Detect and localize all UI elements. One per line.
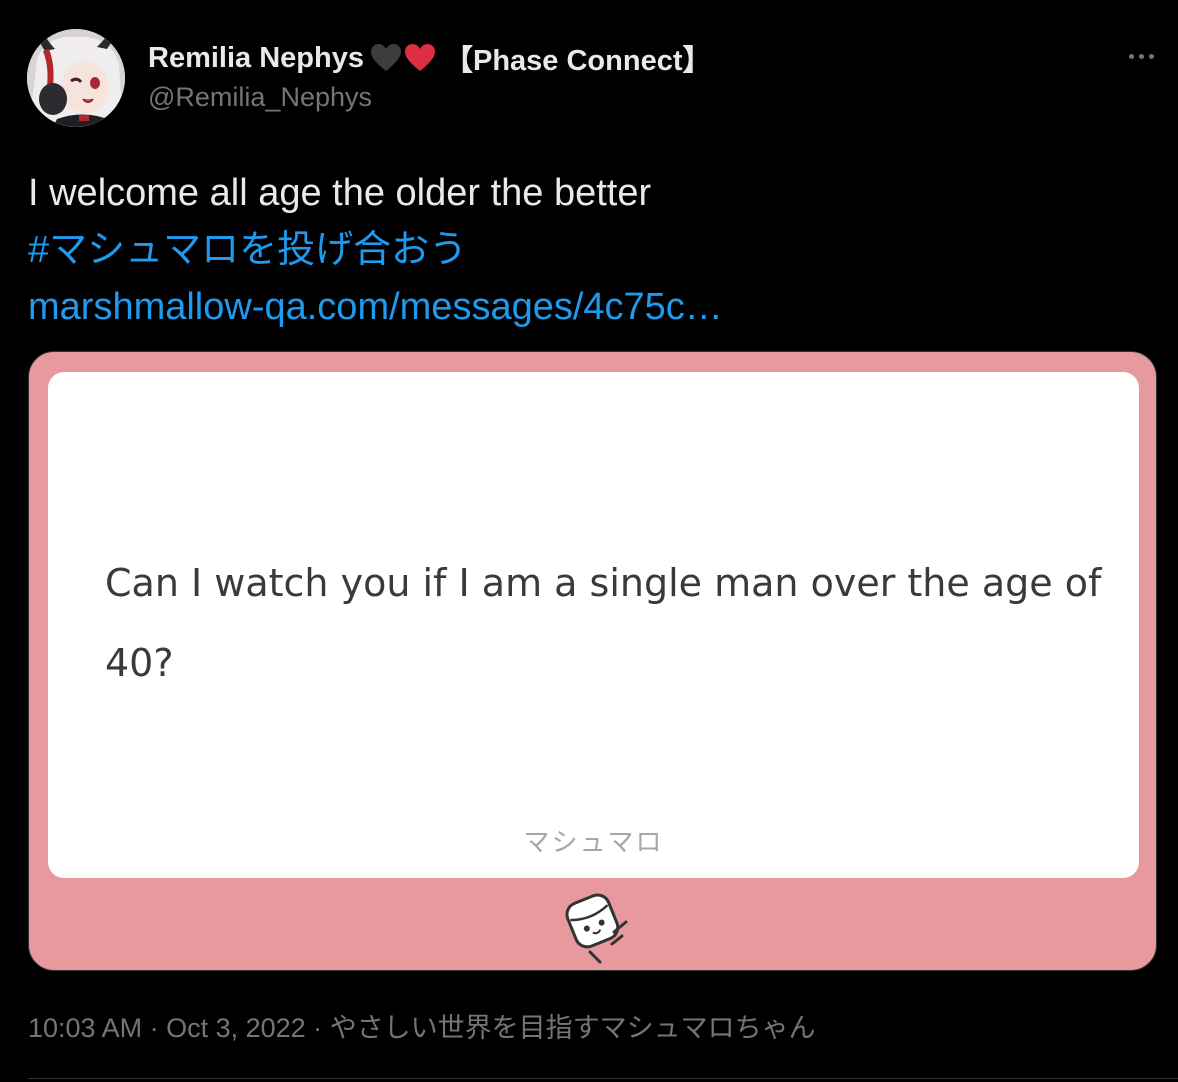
affiliation-tag: 【Phase Connect】 bbox=[443, 45, 712, 77]
display-name[interactable]: Remilia Nephys 【Phase Connect】 bbox=[148, 40, 712, 78]
more-dot-icon bbox=[1148, 53, 1154, 59]
more-options-button[interactable] bbox=[1122, 44, 1160, 68]
tweet-time[interactable]: 10:03 AM bbox=[28, 1013, 142, 1043]
tweet-text: I welcome all age the older the better bbox=[28, 172, 652, 214]
tweet-date[interactable]: Oct 3, 2022 bbox=[166, 1013, 306, 1043]
question-panel: Can I watch you if I am a single man ove… bbox=[48, 372, 1139, 878]
meta-separator: · bbox=[305, 1013, 330, 1043]
tweet-source[interactable]: やさしい世界を目指すマシュマロちゃん bbox=[330, 1013, 816, 1043]
black-heart-icon bbox=[370, 43, 402, 73]
handle[interactable]: @Remilia_Nephys bbox=[148, 82, 372, 113]
avatar-image bbox=[27, 29, 125, 127]
question-text: Can I watch you if I am a single man ove… bbox=[105, 561, 1102, 685]
avatar[interactable] bbox=[27, 29, 125, 127]
divider bbox=[28, 1078, 1178, 1079]
tweet-body: I welcome all age the older the better #… bbox=[28, 165, 723, 336]
display-name-text: Remilia Nephys bbox=[148, 41, 364, 74]
marshmallow-mascot-icon bbox=[550, 886, 640, 966]
meta-separator: · bbox=[142, 1013, 167, 1043]
attached-image-card[interactable]: Can I watch you if I am a single man ove… bbox=[28, 351, 1157, 971]
tweet-meta: 10:03 AM · Oct 3, 2022 · やさしい世界を目指すマシュマロ… bbox=[28, 1006, 816, 1045]
more-dot-icon bbox=[1128, 53, 1134, 59]
hashtag-link[interactable]: #マシュマロを投げ合おう bbox=[28, 222, 723, 279]
red-heart-icon bbox=[404, 43, 436, 73]
brand-label: マシュマロ bbox=[523, 827, 664, 857]
url-link[interactable]: marshmallow-qa.com/messages/4c75c… bbox=[28, 279, 723, 336]
more-dot-icon bbox=[1138, 53, 1144, 59]
